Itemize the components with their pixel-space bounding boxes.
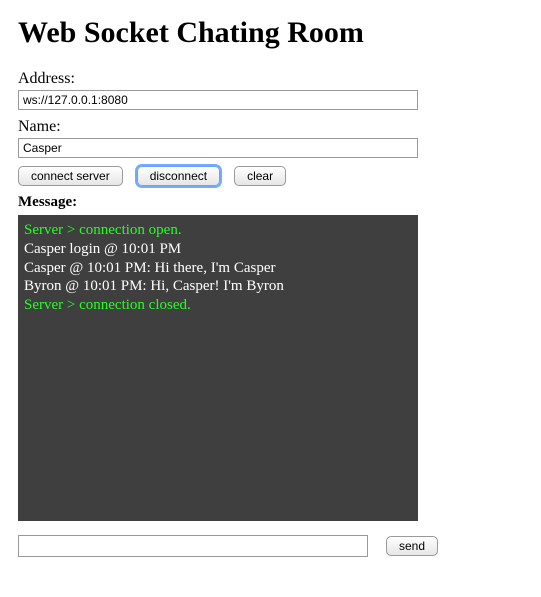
address-label: Address: xyxy=(18,70,523,88)
message-line: Casper @ 10:01 PM: Hi there, I'm Casper xyxy=(24,259,412,278)
message-panel: Server > connection open.Casper login @ … xyxy=(18,215,418,521)
name-label: Name: xyxy=(18,118,523,136)
clear-button[interactable]: clear xyxy=(234,166,286,186)
disconnect-button[interactable]: disconnect xyxy=(137,166,220,186)
connect-server-button[interactable]: connect server xyxy=(18,166,123,186)
message-label: Message: xyxy=(18,194,523,211)
send-input[interactable] xyxy=(18,535,368,557)
message-line: Casper login @ 10:01 PM xyxy=(24,240,412,259)
action-button-row: connect server disconnect clear xyxy=(18,166,523,186)
address-input[interactable] xyxy=(18,90,418,110)
name-input[interactable] xyxy=(18,138,418,158)
send-row: send xyxy=(18,535,438,557)
page-root: Web Socket Chating Room Address: Name: c… xyxy=(0,0,541,597)
send-button[interactable]: send xyxy=(386,536,438,556)
message-line: Byron @ 10:01 PM: Hi, Casper! I'm Byron xyxy=(24,277,412,296)
page-title: Web Socket Chating Room xyxy=(18,16,523,50)
message-line: Server > connection open. xyxy=(24,221,412,240)
message-line: Server > connection closed. xyxy=(24,296,412,315)
